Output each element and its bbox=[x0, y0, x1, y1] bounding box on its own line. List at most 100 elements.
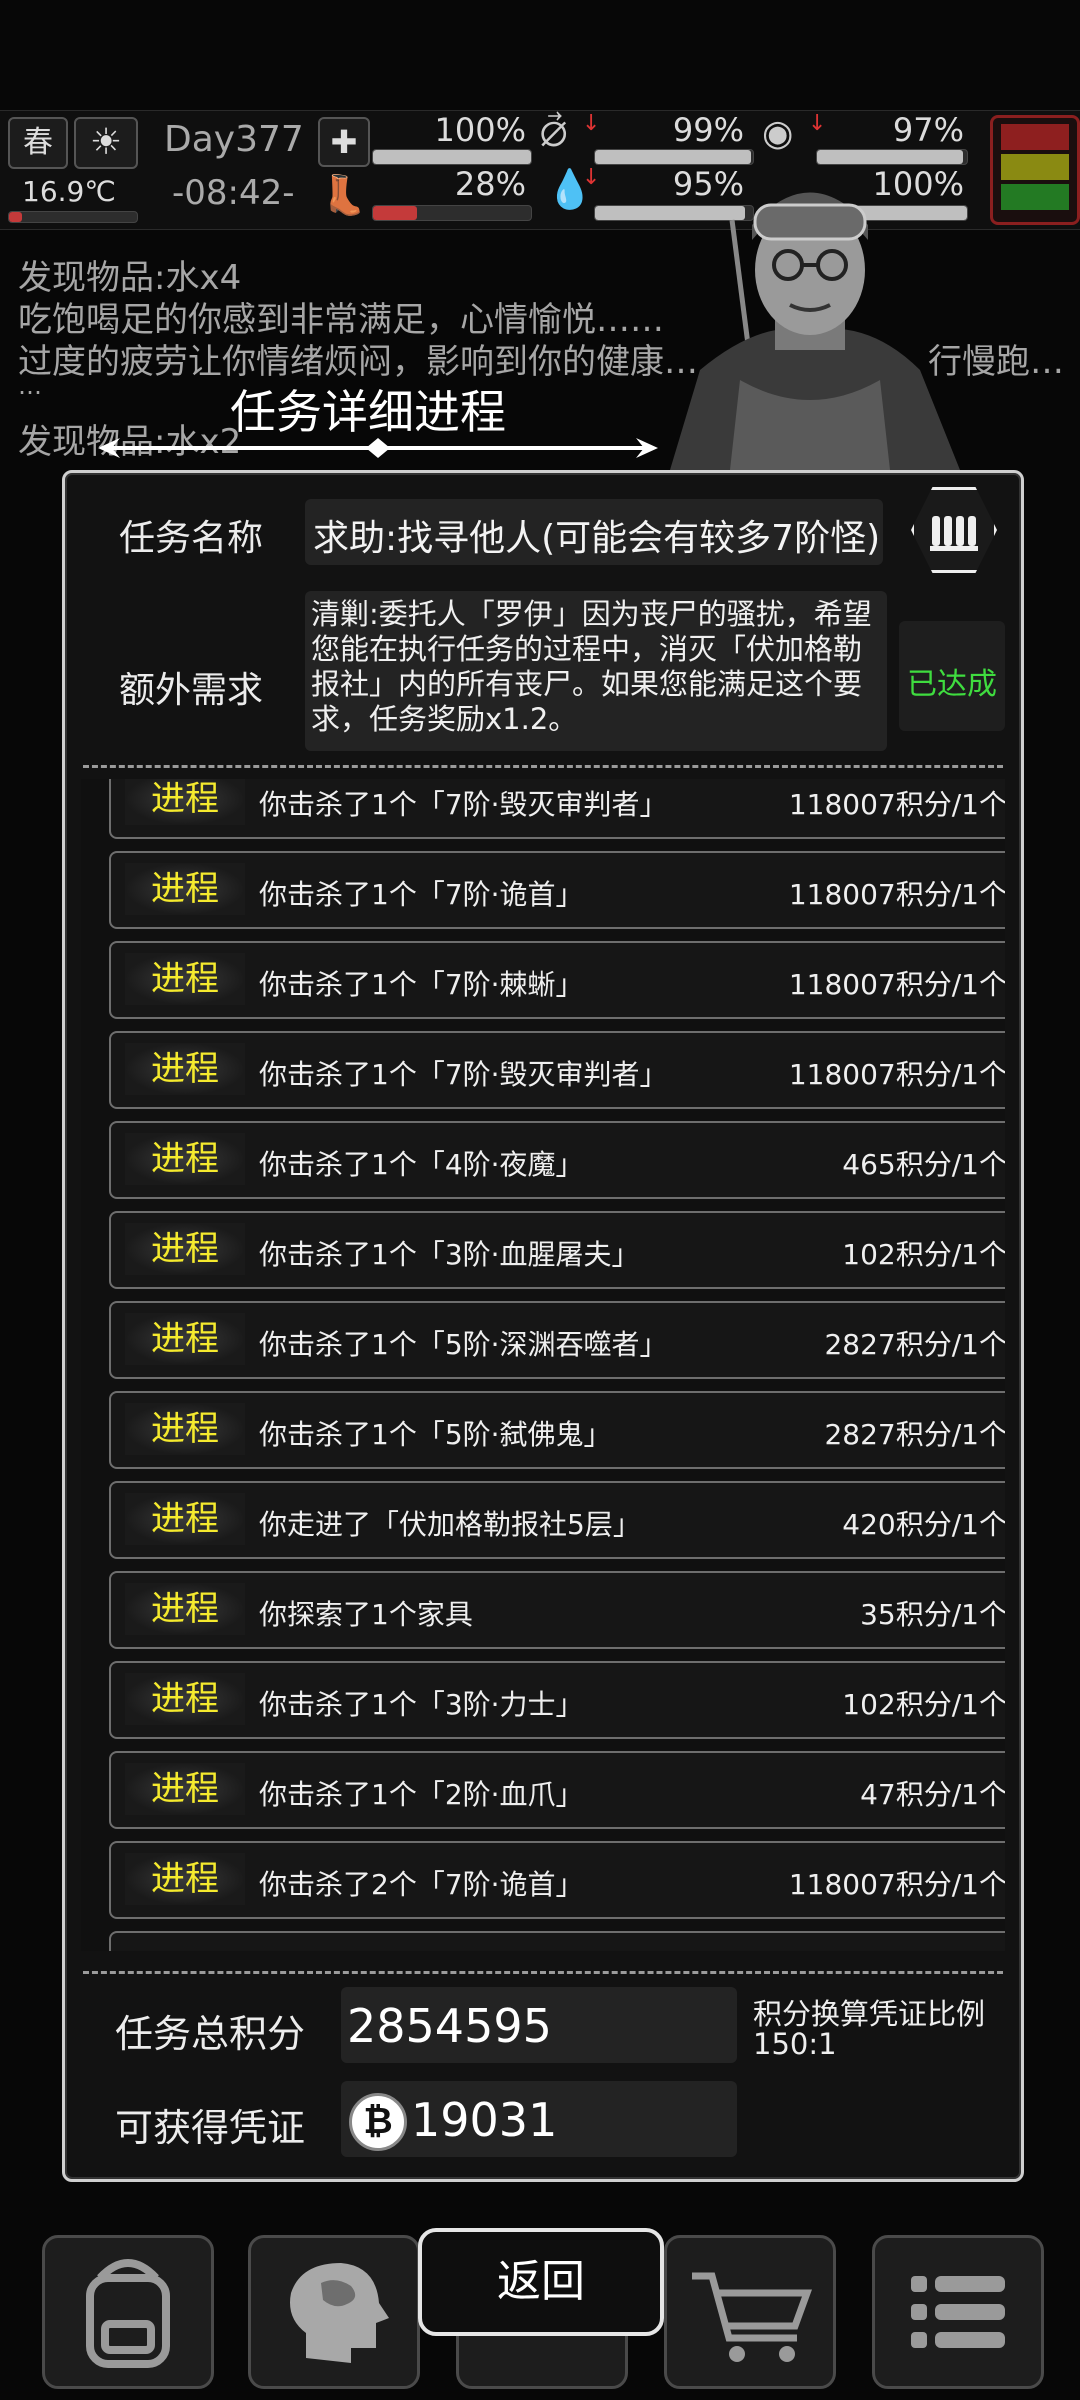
character-portrait bbox=[670, 192, 960, 470]
menu-button[interactable] bbox=[872, 2235, 1044, 2389]
temperature-readout: 16.9℃ bbox=[22, 175, 116, 208]
progress-row: 进程 你击杀了1个「3阶·力士」 102积分/1个 bbox=[109, 1661, 1005, 1739]
brain-icon bbox=[290, 2263, 389, 2363]
section-divider bbox=[83, 1971, 1003, 1974]
task-name-field: 求助:找寻他人(可能会有较多7阶怪) bbox=[305, 499, 883, 565]
progress-desc: 你击杀了1个「5阶·弑佛鬼」 bbox=[259, 1418, 612, 1451]
extra-requirement-label: 额外需求 bbox=[119, 670, 264, 711]
total-points-value: 2854595 bbox=[347, 1999, 552, 2053]
health-value: 100% bbox=[434, 111, 526, 149]
progress-points: 118007积分/1个 bbox=[788, 968, 1005, 1001]
progress-desc: 你击杀了1个「7阶·毁灭审判者」 bbox=[259, 788, 668, 821]
progress-tag: 进程 bbox=[125, 1223, 245, 1275]
mood-bar-fill bbox=[817, 150, 963, 164]
total-points-field: 2854595 bbox=[341, 1987, 737, 2063]
mood-bar bbox=[816, 149, 968, 165]
progress-points: 2827积分/1个 bbox=[824, 1328, 1005, 1361]
progress-points: 102积分/1个 bbox=[842, 1238, 1005, 1271]
voucher-value: 19031 bbox=[411, 2093, 558, 2147]
progress-points: 47积分/1个 bbox=[860, 1778, 1005, 1811]
progress-tag: 进程 bbox=[125, 1313, 245, 1365]
progress-points: 35积分/1个 bbox=[860, 1598, 1005, 1631]
progress-desc: 你击杀了1个「3阶·力士」 bbox=[259, 1688, 584, 1721]
bitcoin-coin-icon: ₿ bbox=[349, 2093, 407, 2151]
progress-points: 118007积分/1个 bbox=[788, 878, 1005, 911]
extra-status-box: 已达成 bbox=[899, 621, 1005, 731]
progress-row: 进程 你击杀了1个「7阶·毁灭审判者」 118007积分/1个 bbox=[109, 779, 1005, 839]
progress-row: 进程 你击杀了1个「5阶·弑佛鬼」 2827积分/1个 bbox=[109, 1391, 1005, 1469]
voucher-label: 可获得凭证 bbox=[115, 2106, 306, 2150]
skills-button[interactable] bbox=[248, 2235, 420, 2389]
progress-desc: 你击杀了1个「5阶·深渊吞噬者」 bbox=[259, 1328, 668, 1361]
extra-requirement-field: 清剿:委托人「罗伊」因为丧尸的骚扰，希望您能在执行任务的过程中，消灭「伏加格勒报… bbox=[305, 591, 887, 751]
clock-label: -08:42- bbox=[172, 173, 295, 213]
stamina-value: 28% bbox=[454, 165, 526, 203]
stamina-bar-fill bbox=[373, 206, 418, 220]
progress-tag: 进程 bbox=[125, 1673, 245, 1725]
progress-points: 420积分/1个 bbox=[842, 1508, 1005, 1541]
log-line: … bbox=[18, 372, 42, 400]
progress-row: 进程 你击杀了1个「4阶·夜魔」 465积分/1个 bbox=[109, 1121, 1005, 1199]
progress-row: 进程 你击杀了2个「7阶·诡首」 118007积分/1个 bbox=[109, 1841, 1005, 1919]
menu-icon bbox=[911, 2276, 1005, 2348]
progress-row: 进程 你击杀了1个「7阶·棘蜥」 118007积分/1个 bbox=[109, 941, 1005, 1019]
progress-list[interactable]: 进程 你击杀了1个「7阶·毁灭审判者」 118007积分/1个 进程 你击杀了1个「7… bbox=[81, 779, 1005, 1951]
season-badge: 春 bbox=[8, 117, 68, 169]
progress-tag: 进程 bbox=[125, 779, 245, 825]
progress-desc: 你击杀了1个「7阶·诡首」 bbox=[259, 878, 584, 911]
progress-tag: 进程 bbox=[125, 1403, 245, 1455]
progress-desc: 你击杀了1个「2阶·血爪」 bbox=[259, 1778, 584, 1811]
progress-row: 进程 你探索了1个家具 35积分/1个 bbox=[109, 1571, 1005, 1649]
progress-desc: 你探索了1个家具 bbox=[259, 1598, 473, 1631]
progress-desc: 你击杀了1个「7阶·棘蜥」 bbox=[259, 968, 584, 1001]
mood-down-icon: ↓ bbox=[808, 111, 827, 136]
season-label: 春 bbox=[23, 125, 53, 160]
day-label: Day377 bbox=[164, 119, 304, 160]
progress-desc: 你击杀了2个「7阶·诡首」 bbox=[259, 1868, 584, 1901]
extra-requirement-text: 清剿:委托人「罗伊」因为丧尸的骚扰，希望您能在执行任务的过程中，消灭「伏加格勒报… bbox=[311, 597, 872, 736]
progress-points: 465积分/1个 bbox=[842, 1148, 1005, 1181]
progress-points: 118007积分/1个 bbox=[788, 788, 1005, 821]
mood-icon: ◉ bbox=[762, 113, 794, 154]
hunger-bar-fill bbox=[595, 150, 752, 164]
progress-tag: 进程 bbox=[125, 863, 245, 915]
progress-tag: 进程 bbox=[125, 1043, 245, 1095]
hunger-down-icon: ↓ bbox=[582, 111, 601, 136]
progress-tag: 进程 bbox=[125, 1493, 245, 1545]
hunger-bar bbox=[594, 149, 754, 165]
progress-tag: 进程 bbox=[125, 1853, 245, 1905]
stamina-bar bbox=[372, 205, 532, 221]
progress-row: 进程 你击杀了1个「2阶·血爪」 47积分/1个 bbox=[109, 1751, 1005, 1829]
back-button[interactable]: 返回 bbox=[418, 2228, 664, 2336]
task-detail-modal: 任务名称 求助:找寻他人(可能会有较多7阶怪) 额外需求 清剿:委托人「罗伊」因… bbox=[62, 470, 1024, 2182]
backpack-button[interactable] bbox=[42, 2235, 214, 2389]
task-name-value: 求助:找寻他人(可能会有较多7阶怪) bbox=[313, 518, 881, 559]
modal-title: 任务详细进程 bbox=[230, 385, 506, 439]
progress-row: 进程 你击杀了1个「7阶·毁灭审判者」 118007积分/1个 bbox=[109, 1031, 1005, 1109]
cart-icon bbox=[692, 2272, 812, 2362]
total-points-label: 任务总积分 bbox=[115, 2012, 306, 2056]
mood-value: 97% bbox=[892, 111, 964, 149]
progress-points: 118007积分/1个 bbox=[788, 1058, 1005, 1091]
progress-tag: 进程 bbox=[125, 1133, 245, 1185]
temperature-bar bbox=[8, 211, 138, 223]
shop-button[interactable] bbox=[664, 2235, 836, 2389]
progress-desc: 你击杀了1个「7阶·毁灭审判者」 bbox=[259, 1058, 668, 1091]
sun-icon: ☀ bbox=[74, 117, 138, 169]
voucher-field: ₿ 19031 bbox=[341, 2081, 737, 2157]
progress-tag: 进程 bbox=[125, 1583, 245, 1635]
progress-row: 进程 你走进了「伏加格勒报社5层」 420积分/1个 bbox=[109, 1481, 1005, 1559]
title-underline-ornament bbox=[98, 438, 658, 458]
stomach-icon: ⦳ bbox=[540, 111, 568, 155]
hunger-value: 99% bbox=[672, 111, 744, 149]
thirst-down-icon: ↓ bbox=[582, 165, 601, 190]
progress-row: 进程 你击杀了1个「7阶·诡首」 118007积分/1个 bbox=[109, 851, 1005, 929]
progress-tag: 进程 bbox=[125, 1763, 245, 1815]
backpack-icon bbox=[86, 2259, 170, 2368]
progress-points: 102积分/1个 bbox=[842, 1688, 1005, 1721]
danger-indicator[interactable] bbox=[990, 115, 1080, 225]
progress-desc: 你击杀了1个「3阶·血腥屠夫」 bbox=[259, 1238, 640, 1271]
progress-points: 2827积分/1个 bbox=[824, 1418, 1005, 1451]
progress-desc: 你击杀了1个「4阶·夜魔」 bbox=[259, 1148, 584, 1181]
progress-tag: 进程 bbox=[125, 953, 245, 1005]
